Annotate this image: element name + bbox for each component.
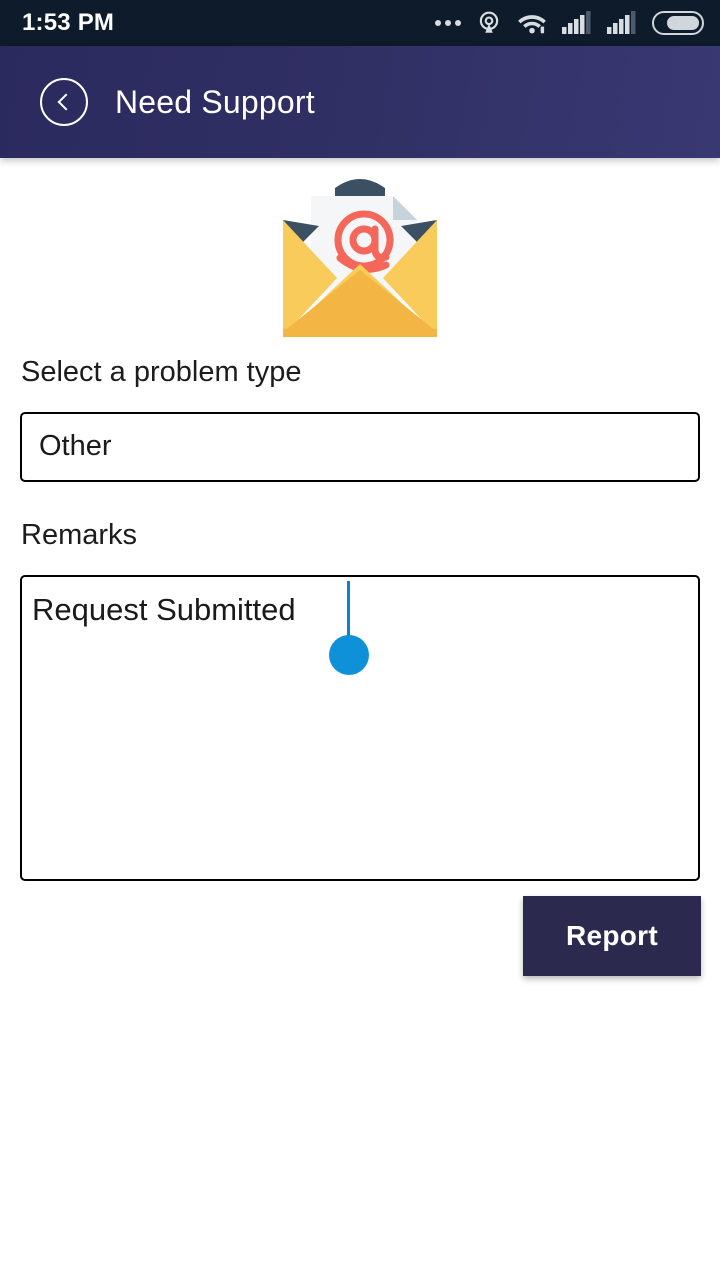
page-title: Need Support (115, 83, 315, 120)
battery-level-fill (667, 16, 699, 30)
status-bar-icons (435, 10, 704, 36)
remarks-label: Remarks (21, 518, 138, 551)
signal-sim2-icon (607, 11, 637, 35)
problem-type-select[interactable]: Other (20, 411, 700, 482)
back-chevron-icon[interactable] (40, 78, 88, 126)
text-cursor-drag-handle[interactable] (329, 634, 369, 675)
problem-type-label: Select a problem type (21, 356, 302, 388)
app-screen: 1:53 PM Need Support Select a problem ty… (0, 0, 720, 1280)
status-bar: 1:53 PM (0, 0, 720, 46)
remarks-text-value: Request Submitted (32, 591, 296, 627)
battery-icon (652, 11, 704, 35)
app-bar: Need Support (0, 46, 720, 158)
problem-type-selected-value: Other (39, 430, 112, 463)
text-caret (347, 580, 350, 641)
report-button-label: Report (565, 920, 659, 951)
remarks-textarea[interactable]: Request Submitted (20, 574, 700, 881)
signal-sim1-icon (562, 11, 592, 35)
hotspot-icon (476, 10, 502, 36)
more-dots-icon (435, 20, 461, 26)
open-envelope-email-icon (0, 166, 720, 341)
support-form: Select a problem type Other Remarks Requ… (0, 355, 720, 881)
chevron-left-glyph (57, 93, 75, 111)
status-bar-clock: 1:53 PM (22, 9, 115, 36)
report-button[interactable]: Report (523, 896, 701, 976)
wifi-icon (517, 11, 547, 35)
